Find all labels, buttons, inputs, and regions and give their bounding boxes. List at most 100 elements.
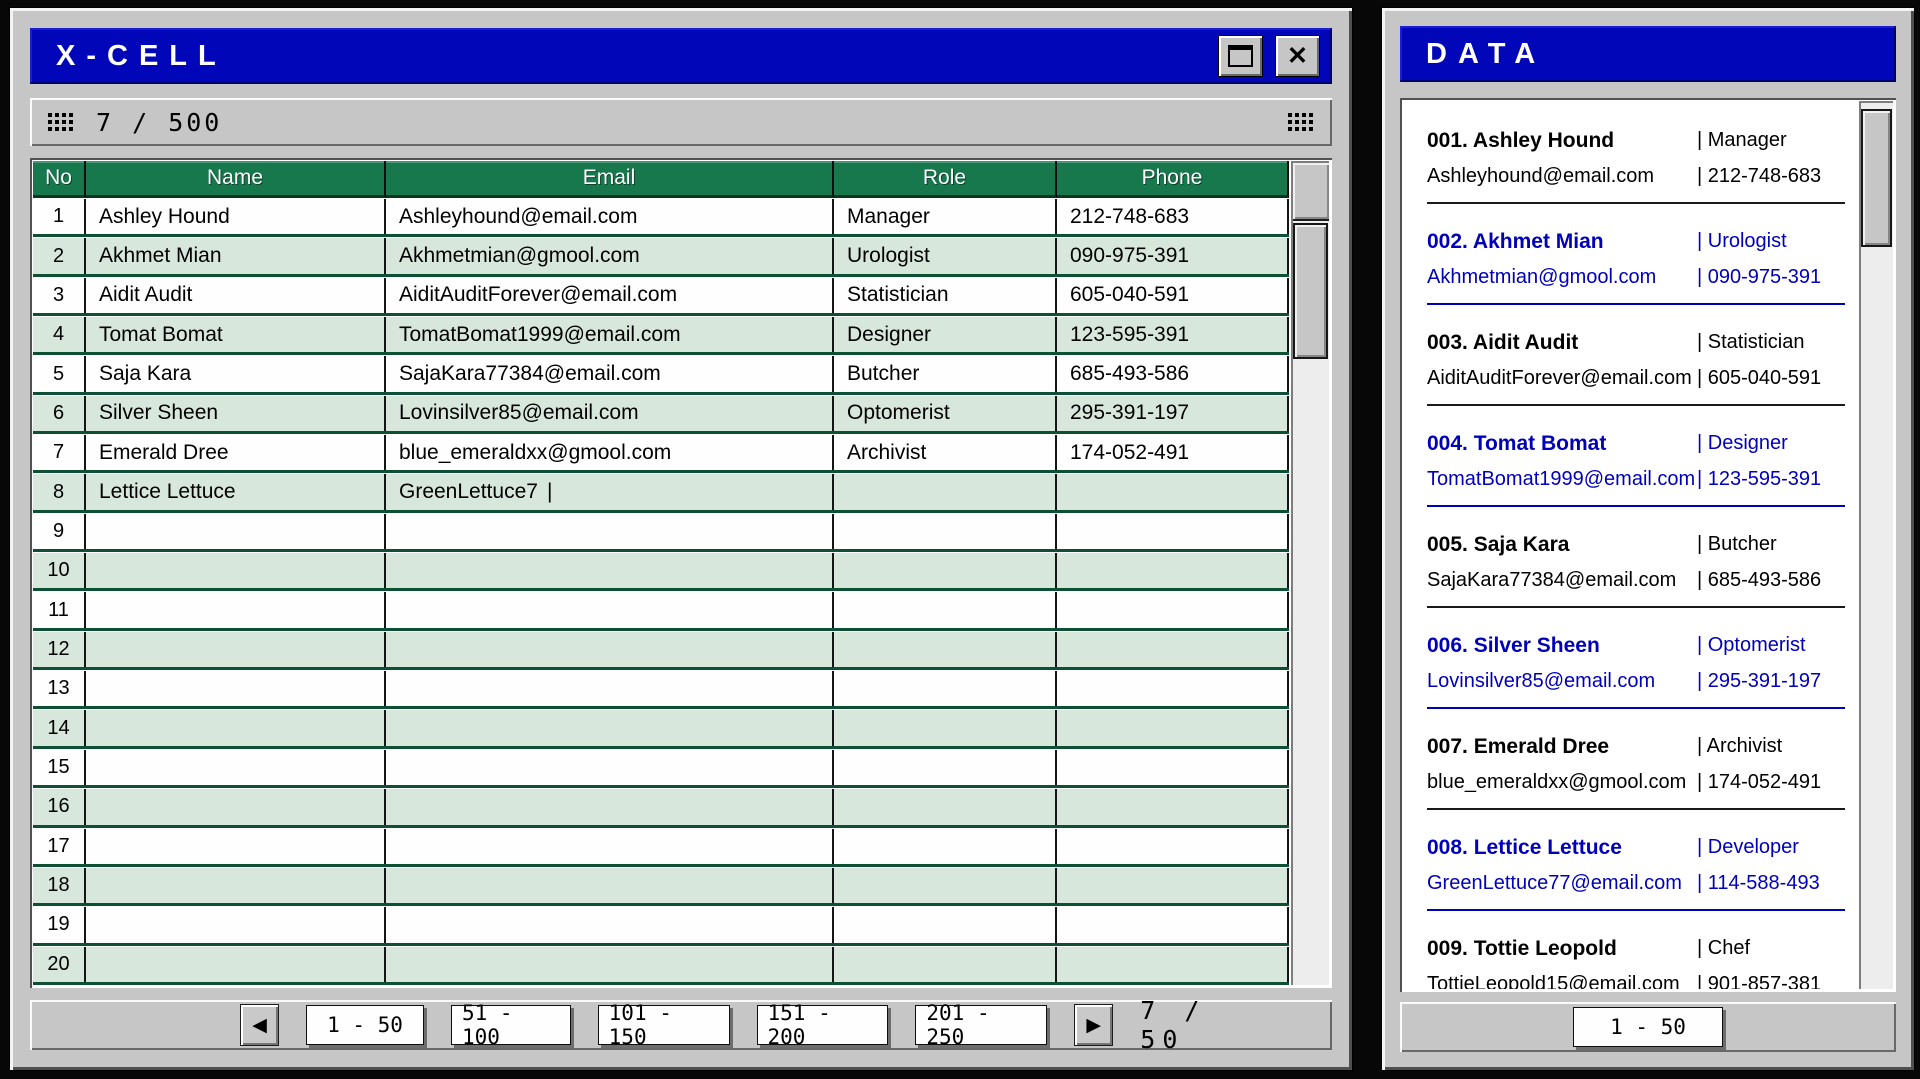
maximize-button[interactable] <box>1218 35 1263 77</box>
xcell-titlebar[interactable]: X-CELL ✕ <box>30 28 1332 84</box>
cell-phone[interactable] <box>1057 474 1289 509</box>
table-row[interactable]: 3 Aidit Audit AiditAuditForever@email.co… <box>33 277 1289 316</box>
cell-name[interactable] <box>86 553 386 588</box>
cell-name[interactable] <box>86 592 386 627</box>
cell-role[interactable] <box>834 710 1057 745</box>
cell-phone[interactable]: 123-595-391 <box>1057 317 1289 352</box>
table-row[interactable]: 20 <box>33 946 1289 985</box>
cell-name[interactable] <box>86 789 386 824</box>
cell-email[interactable]: Akhmetmian@gmool.com <box>386 238 834 273</box>
cell-phone[interactable] <box>1057 907 1289 942</box>
next-page-button[interactable]: ▶ <box>1074 1004 1113 1046</box>
cell-role[interactable] <box>834 789 1057 824</box>
cell-name[interactable] <box>86 907 386 942</box>
cell-email[interactable]: blue_emeraldxx@gmool.com <box>386 435 834 470</box>
cell-name[interactable]: Lettice Lettuce <box>86 474 386 509</box>
cell-email[interactable] <box>386 829 834 864</box>
cell-role[interactable] <box>834 829 1057 864</box>
cell-name[interactable] <box>86 829 386 864</box>
page-range-button-1[interactable]: 1 - 50 <box>306 1005 424 1045</box>
cell-email[interactable] <box>386 592 834 627</box>
list-item[interactable]: 001. Ashley Hound | Manager Ashleyhound@… <box>1427 125 1845 204</box>
page-range-button-4[interactable]: 151 - 200 <box>757 1005 889 1045</box>
cell-phone[interactable] <box>1057 514 1289 549</box>
table-row[interactable]: 1 Ashley Hound Ashleyhound@email.com Man… <box>33 198 1289 237</box>
cell-role[interactable] <box>834 868 1057 903</box>
table-row[interactable]: 19 <box>33 906 1289 945</box>
list-item[interactable]: 007. Emerald Dree | Archivist blue_emera… <box>1427 731 1845 810</box>
cell-name[interactable] <box>86 750 386 785</box>
cell-email[interactable] <box>386 907 834 942</box>
scrollbar-thumb[interactable] <box>1861 109 1892 247</box>
cell-phone[interactable] <box>1057 868 1289 903</box>
table-row[interactable]: 14 <box>33 709 1289 748</box>
table-row[interactable]: 11 <box>33 591 1289 630</box>
list-item[interactable]: 006. Silver Sheen | Optomerist Lovinsilv… <box>1427 630 1845 709</box>
cell-email[interactable] <box>386 750 834 785</box>
cell-email[interactable]: GreenLettuce7| <box>386 474 834 509</box>
cell-name[interactable] <box>86 632 386 667</box>
cell-name[interactable] <box>86 671 386 706</box>
cell-phone[interactable] <box>1057 947 1289 982</box>
cell-email[interactable]: Ashleyhound@email.com <box>386 199 834 234</box>
cell-phone[interactable] <box>1057 710 1289 745</box>
list-item[interactable]: 005. Saja Kara | Butcher SajaKara77384@e… <box>1427 529 1845 608</box>
cell-phone[interactable] <box>1057 829 1289 864</box>
cell-name[interactable]: Emerald Dree <box>86 435 386 470</box>
table-row[interactable]: 10 <box>33 552 1289 591</box>
table-row[interactable]: 8 Lettice Lettuce GreenLettuce7| <box>33 473 1289 512</box>
page-range-button-2[interactable]: 51 - 100 <box>451 1005 571 1045</box>
table-row[interactable]: 12 <box>33 631 1289 670</box>
cell-role[interactable] <box>834 750 1057 785</box>
cell-email[interactable]: Lovinsilver85@email.com <box>386 396 834 431</box>
cell-name[interactable]: Aidit Audit <box>86 278 386 313</box>
cell-email[interactable]: TomatBomat1999@email.com <box>386 317 834 352</box>
cell-name[interactable]: Tomat Bomat <box>86 317 386 352</box>
close-button[interactable]: ✕ <box>1275 35 1320 77</box>
cell-email[interactable] <box>386 514 834 549</box>
cell-phone[interactable] <box>1057 750 1289 785</box>
cell-name[interactable] <box>86 947 386 982</box>
cell-phone[interactable]: 605-040-591 <box>1057 278 1289 313</box>
cell-phone[interactable]: 212-748-683 <box>1057 199 1289 234</box>
cell-role[interactable] <box>834 474 1057 509</box>
cell-role[interactable] <box>834 947 1057 982</box>
cell-role[interactable] <box>834 632 1057 667</box>
prev-page-button[interactable]: ◀ <box>240 1004 279 1046</box>
cell-role[interactable] <box>834 514 1057 549</box>
table-row[interactable]: 2 Akhmet Mian Akhmetmian@gmool.com Urolo… <box>33 237 1289 276</box>
table-row[interactable]: 4 Tomat Bomat TomatBomat1999@email.com D… <box>33 316 1289 355</box>
table-row[interactable]: 15 <box>33 749 1289 788</box>
cell-name[interactable] <box>86 514 386 549</box>
cell-name[interactable]: Ashley Hound <box>86 199 386 234</box>
table-row[interactable]: 18 <box>33 867 1289 906</box>
cell-email[interactable]: AiditAuditForever@email.com <box>386 278 834 313</box>
table-row[interactable]: 13 <box>33 670 1289 709</box>
list-item[interactable]: 003. Aidit Audit | Statistician AiditAud… <box>1427 327 1845 406</box>
cell-phone[interactable] <box>1057 632 1289 667</box>
cell-role[interactable]: Statistician <box>834 278 1057 313</box>
cell-name[interactable]: Saja Kara <box>86 356 386 391</box>
cell-phone[interactable] <box>1057 789 1289 824</box>
cell-phone[interactable]: 295-391-197 <box>1057 396 1289 431</box>
table-row[interactable]: 17 <box>33 828 1289 867</box>
table-scrollbar[interactable] <box>1291 161 1329 985</box>
cell-email[interactable] <box>386 671 834 706</box>
scrollbar-thumb[interactable] <box>1293 223 1328 359</box>
cell-email[interactable]: SajaKara77384@email.com <box>386 356 834 391</box>
cell-phone[interactable]: 685-493-586 <box>1057 356 1289 391</box>
cell-email[interactable] <box>386 947 834 982</box>
table-row[interactable]: 6 Silver Sheen Lovinsilver85@email.com O… <box>33 395 1289 434</box>
page-range-button-3[interactable]: 101 - 150 <box>598 1005 730 1045</box>
cell-role[interactable] <box>834 671 1057 706</box>
table-row[interactable]: 7 Emerald Dree blue_emeraldxx@gmool.com … <box>33 434 1289 473</box>
cell-role[interactable]: Optomerist <box>834 396 1057 431</box>
cell-phone[interactable] <box>1057 671 1289 706</box>
cell-phone[interactable] <box>1057 592 1289 627</box>
cell-role[interactable] <box>834 907 1057 942</box>
data-scrollbar[interactable] <box>1859 101 1893 989</box>
cell-name[interactable] <box>86 710 386 745</box>
cell-role[interactable]: Archivist <box>834 435 1057 470</box>
cell-email[interactable] <box>386 553 834 588</box>
table-row[interactable]: 9 <box>33 513 1289 552</box>
